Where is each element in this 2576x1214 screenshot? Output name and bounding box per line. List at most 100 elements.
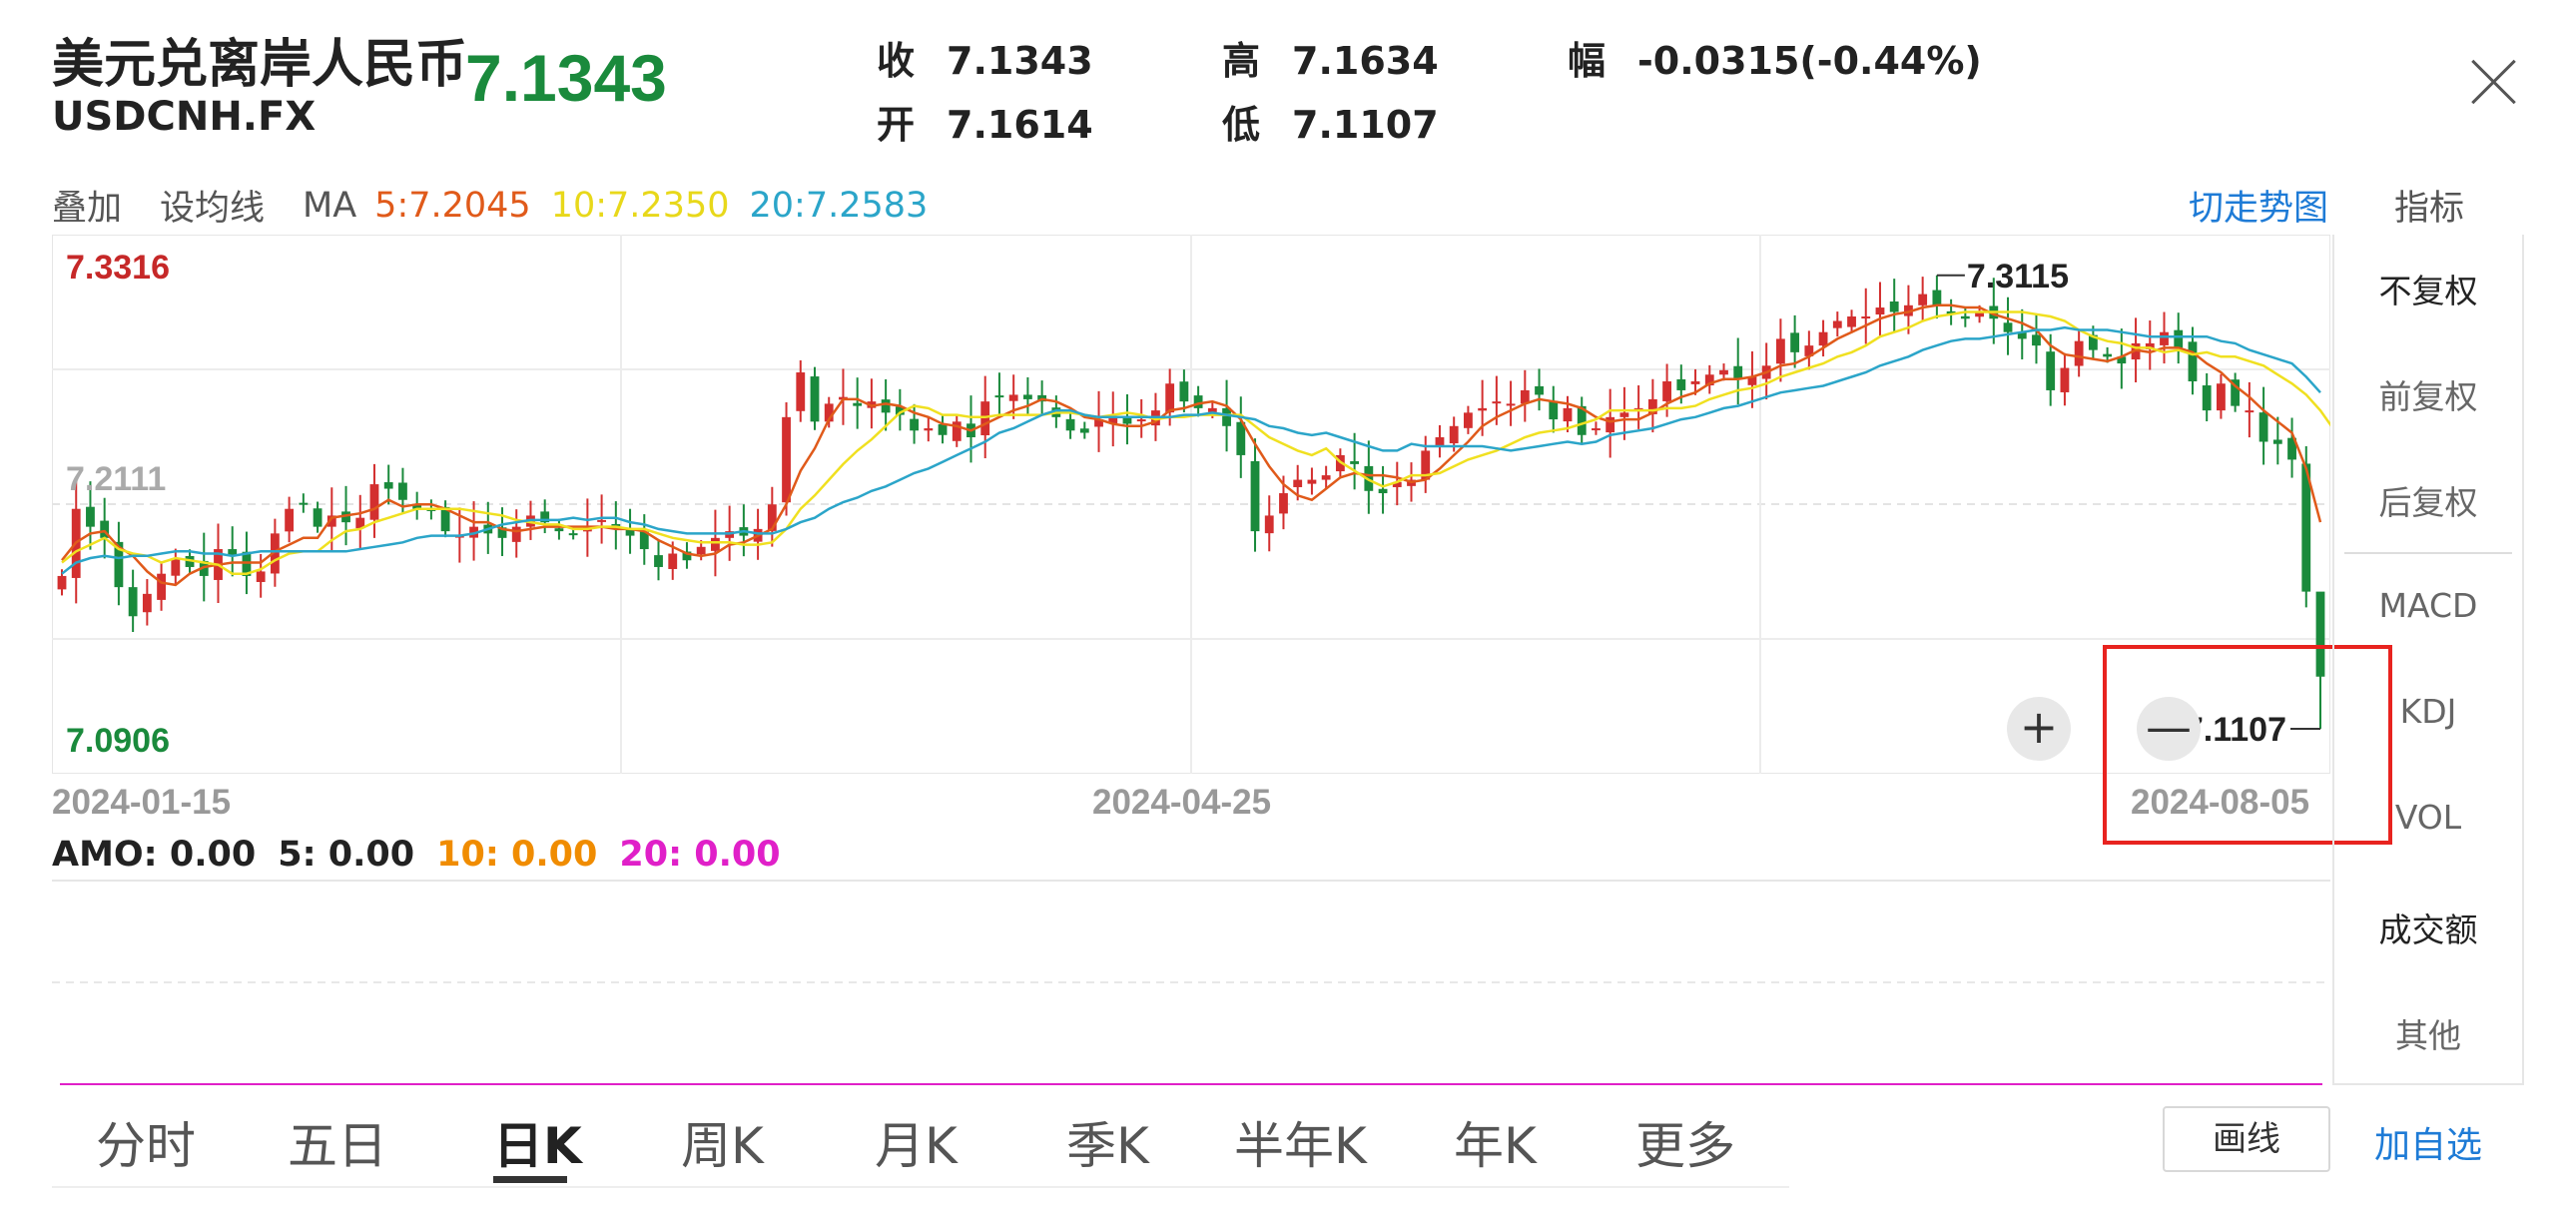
- tab-quarterly-k[interactable]: 季K: [1066, 1106, 1149, 1178]
- candle-body: [1506, 403, 1516, 406]
- candle-body: [910, 418, 919, 431]
- draw-line-button[interactable]: 画线: [2163, 1106, 2330, 1172]
- candle-body: [1889, 301, 1899, 312]
- candle-body: [511, 526, 521, 542]
- tab-yearly-k[interactable]: 年K: [1454, 1106, 1537, 1178]
- candle-body: [1592, 428, 1601, 431]
- candle-body: [1563, 407, 1573, 422]
- candle-body: [157, 573, 166, 600]
- overlay-button[interactable]: 叠加: [52, 180, 122, 231]
- candle-body: [1165, 383, 1175, 413]
- candle-body: [696, 546, 706, 555]
- candle-body: [2272, 439, 2282, 444]
- tab-weekly-k[interactable]: 周K: [681, 1106, 764, 1178]
- candle-body: [1193, 395, 1203, 408]
- tab-daily-k[interactable]: 日K: [493, 1106, 582, 1178]
- candlestick-chart[interactable]: 7.3316 7.2111 7.0906 7.3115 7.1107: [52, 235, 2330, 774]
- candle-body: [1775, 338, 1785, 364]
- candle-body: [2046, 351, 2056, 390]
- stat-high: 高 7.1634: [1222, 30, 1439, 85]
- candle-body: [1008, 394, 1018, 401]
- switch-trend-link[interactable]: 切走势图: [2189, 180, 2328, 231]
- amo-value: AMO: 0.00: [52, 835, 257, 875]
- candle-body: [782, 416, 791, 503]
- candle-body: [1549, 400, 1559, 420]
- tab-five-day[interactable]: 五日: [288, 1106, 387, 1178]
- candle-body: [1350, 460, 1360, 464]
- candle-body: [142, 593, 152, 613]
- high-marker-label: 7.3115: [1967, 258, 2069, 296]
- candle-body: [1719, 369, 1728, 375]
- instrument-title: 美元兑离岸人民币: [52, 35, 468, 95]
- y-mid-label: 7.2111: [66, 460, 166, 498]
- side-item-kdj[interactable]: KDJ: [2334, 692, 2522, 731]
- zoom-in-button[interactable]: +: [2007, 697, 2071, 761]
- candle-body: [86, 506, 95, 527]
- tab-more[interactable]: 更多: [1635, 1106, 1735, 1178]
- tab-intraday[interactable]: 分时: [96, 1106, 196, 1178]
- side-item-vol[interactable]: VOL: [2334, 798, 2522, 837]
- candle-body: [2074, 340, 2084, 366]
- tab-half-year-k[interactable]: 半年K: [1234, 1106, 1367, 1178]
- candle-body: [1818, 331, 1828, 346]
- candle-body: [2060, 367, 2070, 392]
- tab-monthly-k[interactable]: 月K: [875, 1106, 958, 1178]
- ma5-value: 5:7.2045: [374, 185, 531, 226]
- candle-body: [796, 372, 806, 411]
- x-label-end: 2024-08-05: [2131, 783, 2310, 822]
- side-item-backward-adjust[interactable]: 后复权: [2334, 476, 2522, 524]
- amo-ma10: 10: 0.00: [436, 835, 598, 875]
- candle-body: [1918, 294, 1928, 305]
- side-item-no-adjust[interactable]: 不复权: [2334, 265, 2522, 312]
- candle-body: [1960, 315, 1970, 319]
- candle-body: [1478, 407, 1488, 411]
- candle-body: [668, 553, 678, 569]
- candle-body: [597, 519, 607, 522]
- candle-body: [1022, 394, 1032, 399]
- set-ma-button[interactable]: 设均线: [160, 180, 265, 231]
- side-menu: 不复权 前复权 后复权 MACD KDJ VOL 成交额 其他: [2332, 235, 2524, 1085]
- candle-body: [1307, 479, 1317, 484]
- x-label-start: 2024-01-15: [52, 783, 232, 822]
- side-item-amount[interactable]: 成交额: [2334, 904, 2522, 951]
- add-favorite-button[interactable]: 加自选: [2374, 1116, 2482, 1168]
- candle-body: [2245, 410, 2254, 413]
- stat-change-value: -0.0315(-0.44%): [1637, 39, 1982, 83]
- candle-body: [2188, 341, 2198, 381]
- stat-change: 幅 -0.0315(-0.44%): [1568, 30, 1982, 85]
- candle-body: [1464, 412, 1473, 428]
- y-max-label: 7.3316: [66, 249, 170, 287]
- candle-body: [881, 399, 891, 413]
- stat-low-value: 7.1107: [1292, 103, 1439, 147]
- close-icon[interactable]: [2464, 52, 2524, 112]
- candle-body: [980, 401, 990, 435]
- candle-body: [853, 402, 863, 406]
- stat-open-label: 开: [877, 103, 916, 147]
- side-item-forward-adjust[interactable]: 前复权: [2334, 370, 2522, 418]
- candle-body: [994, 395, 1004, 398]
- candle-body: [383, 482, 393, 489]
- side-item-macd[interactable]: MACD: [2334, 586, 2522, 625]
- indicators-button[interactable]: 指标: [2394, 180, 2464, 231]
- side-item-other[interactable]: 其他: [2334, 1009, 2522, 1057]
- candle-body: [1264, 515, 1274, 534]
- amo-ma5: 5: 0.00: [278, 835, 415, 875]
- candle-body: [2160, 331, 2169, 345]
- candle-body: [924, 428, 934, 431]
- candle-body: [398, 482, 407, 500]
- candle-body: [711, 537, 720, 551]
- candle-body: [1676, 378, 1686, 390]
- candle-body: [1932, 290, 1942, 305]
- candle-body: [57, 575, 67, 590]
- stat-close-label: 收: [877, 39, 916, 83]
- candle-body: [171, 558, 181, 576]
- candle-body: [1847, 316, 1856, 327]
- stat-low-label: 低: [1222, 103, 1261, 147]
- candle-body: [1321, 475, 1331, 480]
- candle-body: [938, 424, 948, 435]
- candle-body: [810, 376, 820, 422]
- candle-body: [2032, 334, 2041, 346]
- candle-body: [369, 484, 379, 520]
- candle-body: [2258, 412, 2268, 442]
- candle-body: [1535, 385, 1544, 395]
